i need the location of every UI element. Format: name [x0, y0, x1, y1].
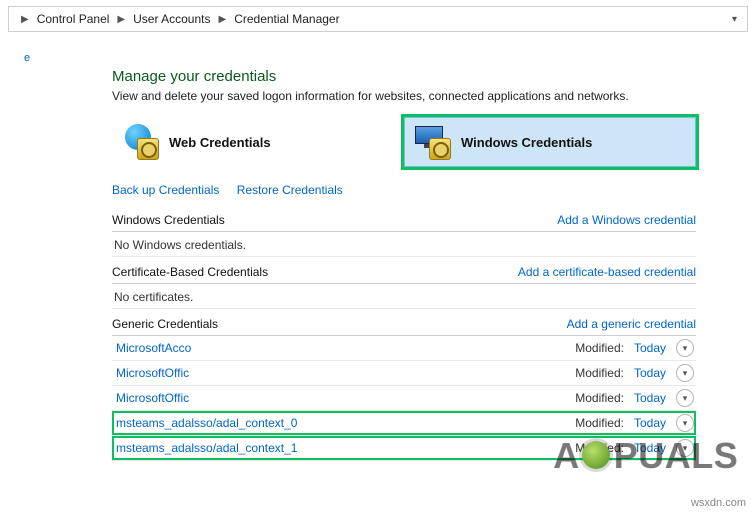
add-certificate-credential-link[interactable]: Add a certificate-based credential: [518, 265, 696, 279]
windows-credentials-tile[interactable]: Windows Credentials: [404, 117, 696, 167]
chevron-right-icon: ▶: [21, 14, 29, 25]
modified-label: Modified:: [575, 366, 624, 380]
address-bar[interactable]: ▶ Control Panel ▶ User Accounts ▶ Creden…: [8, 6, 748, 32]
chevron-right-icon: ▶: [117, 14, 125, 25]
credential-name[interactable]: MicrosoftOffic: [116, 366, 189, 380]
credential-row[interactable]: msteams_adalsso/adal_context_0 Modified:…: [112, 411, 696, 436]
modified-value: Today: [634, 441, 666, 455]
modified-label: Modified:: [575, 391, 624, 405]
credential-name[interactable]: msteams_adalsso/adal_context_1: [116, 441, 297, 455]
credential-row[interactable]: MicrosoftAcco Modified: Today ▾: [112, 336, 696, 361]
credential-name[interactable]: MicrosoftOffic: [116, 391, 189, 405]
credential-row[interactable]: MicrosoftOffic Modified: Today ▾: [112, 386, 696, 411]
credential-name[interactable]: msteams_adalsso/adal_context_0: [116, 416, 297, 430]
modified-label: Modified:: [575, 441, 624, 455]
modified-label: Modified:: [575, 416, 624, 430]
generic-credentials-section: Generic Credentials Add a generic creden…: [112, 315, 696, 461]
section-title-windows: Windows Credentials: [112, 213, 225, 227]
certificate-credentials-section: Certificate-Based Credentials Add a cert…: [112, 263, 696, 309]
source-footer: wsxdn.com: [691, 497, 746, 509]
page-title: Manage your credentials: [112, 68, 696, 85]
nav-fragment: e: [24, 52, 756, 64]
modified-value: Today: [634, 341, 666, 355]
windows-empty-text: No Windows credentials.: [112, 232, 696, 257]
web-credentials-tile[interactable]: Web Credentials: [112, 117, 404, 167]
section-title-generic: Generic Credentials: [112, 317, 218, 331]
page-subtitle: View and delete your saved logon informa…: [112, 89, 696, 103]
windows-credentials-section: Windows Credentials Add a Windows creden…: [112, 211, 696, 257]
modified-value: Today: [634, 366, 666, 380]
backup-credentials-link[interactable]: Back up Credentials: [112, 183, 219, 197]
credential-type-tiles: Web Credentials Windows Credentials: [112, 117, 696, 167]
add-generic-credential-link[interactable]: Add a generic credential: [567, 317, 696, 331]
chevron-right-icon: ▶: [219, 14, 227, 25]
restore-credentials-link[interactable]: Restore Credentials: [237, 183, 343, 197]
section-title-certificate: Certificate-Based Credentials: [112, 265, 268, 279]
backup-restore-links: Back up Credentials Restore Credentials: [112, 183, 696, 197]
modified-value: Today: [634, 416, 666, 430]
monitor-safe-icon: [415, 124, 451, 160]
breadcrumb-credential-manager[interactable]: Credential Manager: [234, 12, 339, 26]
expand-row-icon[interactable]: ▾: [676, 364, 694, 382]
expand-row-icon[interactable]: ▾: [676, 414, 694, 432]
globe-safe-icon: [123, 124, 159, 160]
certificate-empty-text: No certificates.: [112, 284, 696, 309]
expand-row-icon[interactable]: ▾: [676, 439, 694, 457]
content-area: Manage your credentials View and delete …: [0, 64, 756, 461]
windows-credentials-label: Windows Credentials: [461, 135, 592, 150]
modified-label: Modified:: [575, 341, 624, 355]
expand-row-icon[interactable]: ▾: [676, 339, 694, 357]
breadcrumb-control-panel[interactable]: Control Panel: [37, 12, 110, 26]
breadcrumb-user-accounts[interactable]: User Accounts: [133, 12, 210, 26]
credential-row[interactable]: msteams_adalsso/adal_context_1 Modified:…: [112, 436, 696, 461]
expand-row-icon[interactable]: ▾: [676, 389, 694, 407]
credential-row[interactable]: MicrosoftOffic Modified: Today ▾: [112, 361, 696, 386]
web-credentials-label: Web Credentials: [169, 135, 271, 150]
add-windows-credential-link[interactable]: Add a Windows credential: [557, 213, 696, 227]
modified-value: Today: [634, 391, 666, 405]
credential-name[interactable]: MicrosoftAcco: [116, 341, 191, 355]
chevron-down-icon[interactable]: ▾: [728, 14, 741, 25]
